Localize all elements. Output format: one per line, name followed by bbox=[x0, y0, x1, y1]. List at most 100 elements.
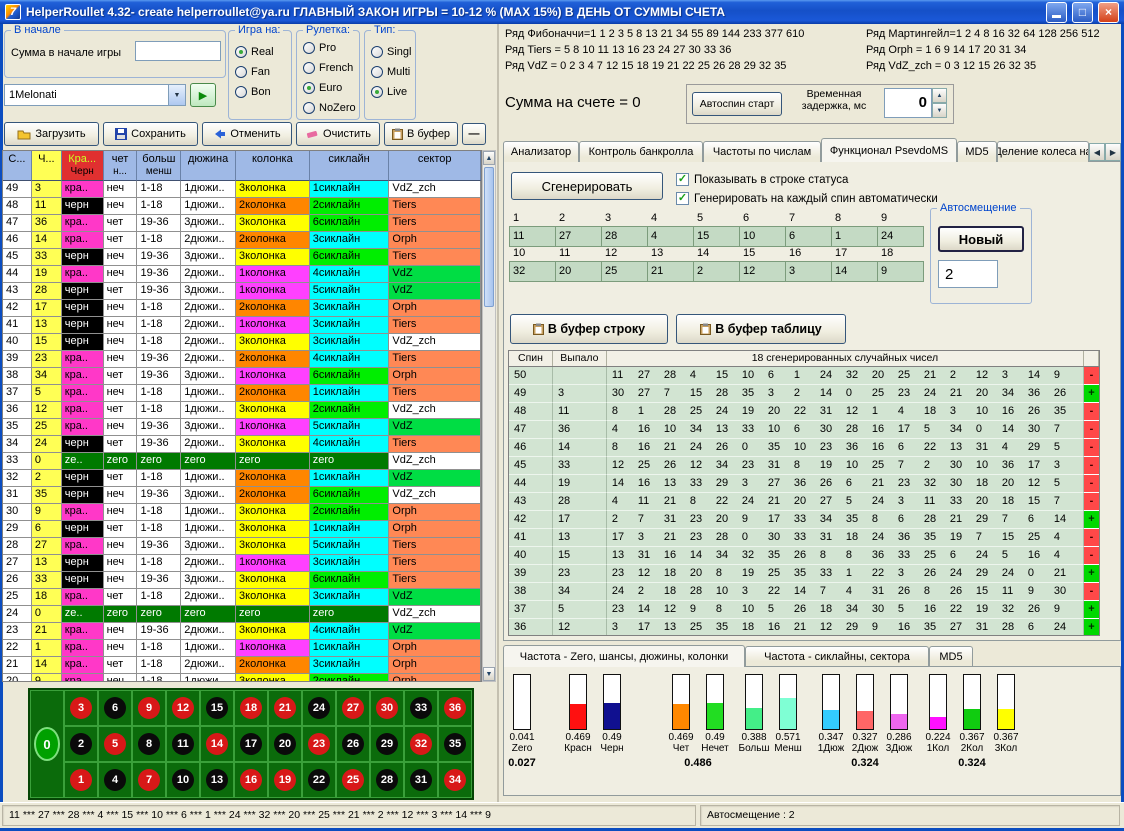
felt-cell-29[interactable]: 29 bbox=[370, 726, 404, 762]
delay-value[interactable]: 0 bbox=[884, 88, 932, 118]
history-row[interactable]: 4811черннеч1-181дюжи..2колонка2сиклайнTi… bbox=[3, 198, 481, 215]
radio-fan[interactable]: Fan bbox=[235, 63, 291, 81]
collapse-button[interactable]: — bbox=[462, 123, 486, 145]
felt-cell-8[interactable]: 8 bbox=[132, 726, 166, 762]
clear-button[interactable]: Очистить bbox=[296, 122, 380, 146]
freq-tab-md5[interactable]: MD5 bbox=[929, 646, 973, 666]
tab-bankroll-control[interactable]: Контроль банкролла bbox=[579, 141, 703, 162]
generated-row[interactable]: 46148162124260351023361662213314295- bbox=[509, 439, 1099, 457]
generated-row[interactable]: 411317321232803033311824363519715254- bbox=[509, 529, 1099, 547]
generate-button[interactable]: Сгенерировать bbox=[511, 172, 663, 200]
generated-row[interactable]: 47364161034133310630281617534014307- bbox=[509, 421, 1099, 439]
felt-cell-30[interactable]: 30 bbox=[370, 690, 404, 726]
felt-cell-21[interactable]: 21 bbox=[268, 690, 302, 726]
copy-table-button[interactable]: В буфер таблицу bbox=[676, 314, 846, 344]
tab-number-frequencies[interactable]: Частоты по числам bbox=[703, 141, 821, 162]
felt-cell-3[interactable]: 3 bbox=[64, 690, 98, 726]
generated-row[interactable]: 40151331161434323526883633256245164- bbox=[509, 547, 1099, 565]
history-row[interactable]: 4015черннеч1-182дюжи..3колонка3сиклайнVd… bbox=[3, 334, 481, 351]
history-row[interactable]: 221кра..неч1-181дюжи..1колонка1сиклайнOr… bbox=[3, 640, 481, 657]
radio-french[interactable]: French bbox=[303, 59, 359, 77]
history-row[interactable]: 4217черннеч1-182дюжи..2колонка3сиклайнOr… bbox=[3, 300, 481, 317]
history-row[interactable]: 3612кра..чет1-181дюжи..3колонка2сиклайнV… bbox=[3, 402, 481, 419]
history-row[interactable]: 2321кра..неч19-362дюжи..3колонка4сиклайн… bbox=[3, 623, 481, 640]
felt-cell-25[interactable]: 25 bbox=[336, 762, 370, 798]
generated-row[interactable]: 3612317132535181621122991635273128624+ bbox=[509, 619, 1099, 636]
felt-cell-5[interactable]: 5 bbox=[98, 726, 132, 762]
generated-row[interactable]: 421727312320917333435862821297614+ bbox=[509, 511, 1099, 529]
felt-cell-34[interactable]: 34 bbox=[438, 762, 472, 798]
radio-singl[interactable]: Singl bbox=[371, 43, 415, 61]
undo-button[interactable]: Отменить bbox=[202, 122, 292, 146]
tab-psevdoms[interactable]: Функционал PsevdoMS bbox=[821, 138, 957, 162]
felt-cell-7[interactable]: 7 bbox=[132, 762, 166, 798]
autospin-button[interactable]: Автоспин старт bbox=[692, 92, 782, 116]
felt-cell-4[interactable]: 4 bbox=[98, 762, 132, 798]
generated-row[interactable]: 49330277152835321402523242120343626+ bbox=[509, 385, 1099, 403]
felt-cell-12[interactable]: 12 bbox=[166, 690, 200, 726]
history-row[interactable]: 3834кра..чет19-363дюжи..1колонка6сиклайн… bbox=[3, 368, 481, 385]
felt-cell-26[interactable]: 26 bbox=[336, 726, 370, 762]
history-row[interactable]: 4419кра..неч19-362дюжи..1колонка4сиклайн… bbox=[3, 266, 481, 283]
chevron-down-icon[interactable]: ▼ bbox=[168, 85, 185, 105]
felt-cell-16[interactable]: 16 bbox=[234, 762, 268, 798]
felt-cell-11[interactable]: 11 bbox=[166, 726, 200, 762]
felt-cell-10[interactable]: 10 bbox=[166, 762, 200, 798]
history-row[interactable]: 3135черннеч19-363дюжи..2колонка6сиклайнV… bbox=[3, 487, 481, 504]
history-row[interactable]: 3923кра..неч19-362дюжи..2колонка4сиклайн… bbox=[3, 351, 481, 368]
generated-row[interactable]: 50112728415106124322025212123149- bbox=[509, 367, 1099, 385]
checkbox-box[interactable]: ✓ bbox=[676, 192, 689, 205]
generated-row[interactable]: 43284112182224212027524311332018157- bbox=[509, 493, 1099, 511]
begin-sum-input[interactable] bbox=[135, 41, 221, 61]
generated-row[interactable]: 392323121820819253533122326242924021+ bbox=[509, 565, 1099, 583]
scroll-up-icon[interactable]: ▲ bbox=[483, 151, 495, 165]
felt-cell-18[interactable]: 18 bbox=[234, 690, 268, 726]
radio-pro[interactable]: Pro bbox=[303, 39, 359, 57]
felt-cell-20[interactable]: 20 bbox=[268, 726, 302, 762]
radio-nozero[interactable]: NoZero bbox=[303, 99, 359, 117]
tab-md5[interactable]: MD5 bbox=[957, 141, 997, 162]
close-button[interactable]: × bbox=[1098, 2, 1119, 23]
history-row[interactable]: 4328чернчет19-363дюжи..1колонка5сиклайнV… bbox=[3, 283, 481, 300]
autoshift-input[interactable] bbox=[938, 260, 998, 288]
freq-tab-sixlines[interactable]: Частота - сиклайны, сектора bbox=[745, 646, 929, 666]
history-row[interactable]: 2827кра..неч19-363дюжи..3колонка5сиклайн… bbox=[3, 538, 481, 555]
radio-bon[interactable]: Bon bbox=[235, 83, 291, 101]
generated-row[interactable]: 48118128252419202231121418310162635- bbox=[509, 403, 1099, 421]
history-row[interactable]: 296чернчет1-181дюжи..3колонка1сиклайнOrp… bbox=[3, 521, 481, 538]
felt-cell-32[interactable]: 32 bbox=[404, 726, 438, 762]
history-scrollbar[interactable]: ▲ ▼ bbox=[482, 150, 496, 682]
generated-row[interactable]: 3752314129810526183430516221932269+ bbox=[509, 601, 1099, 619]
history-row[interactable]: 2518кра..чет1-182дюжи..3колонка3сиклайнV… bbox=[3, 589, 481, 606]
history-row[interactable]: 2633черннеч19-363дюжи..3колонка6сиклайнT… bbox=[3, 572, 481, 589]
history-row[interactable]: 309кра..неч1-181дюжи..3колонка2сиклайнOr… bbox=[3, 504, 481, 521]
felt-cell-15[interactable]: 15 bbox=[200, 690, 234, 726]
play-button[interactable]: ▶ bbox=[190, 83, 216, 107]
history-row[interactable]: 4113черннеч1-182дюжи..1колонка3сиклайнTi… bbox=[3, 317, 481, 334]
history-row[interactable]: 2114кра..чет1-182дюжи..2колонка3сиклайнO… bbox=[3, 657, 481, 674]
history-row[interactable]: 209кра..неч1-181дюжи..3колонка2сиклайнOr… bbox=[3, 674, 481, 682]
history-row[interactable]: 493кра..неч1-181дюжи..3колонка1сиклайнVd… bbox=[3, 181, 481, 198]
checkbox-autogenerate[interactable]: ✓ Генерировать на каждый спин автоматиче… bbox=[676, 192, 938, 205]
tab-scroll-left-icon[interactable]: ◀ bbox=[1089, 143, 1105, 161]
history-row[interactable]: 375кра..неч1-181дюжи..2колонка1сиклайнTi… bbox=[3, 385, 481, 402]
scroll-down-icon[interactable]: ▼ bbox=[483, 667, 495, 681]
spinner-up-icon[interactable]: ▲ bbox=[932, 88, 947, 103]
new-button[interactable]: Новый bbox=[938, 226, 1024, 252]
spinner-down-icon[interactable]: ▼ bbox=[932, 103, 947, 118]
generated-row[interactable]: 4419141613332932736266212332301820125- bbox=[509, 475, 1099, 493]
load-button[interactable]: Загрузить bbox=[4, 122, 99, 146]
history-row[interactable]: 3424чернчет19-362дюжи..3колонка4сиклайнT… bbox=[3, 436, 481, 453]
felt-cell-13[interactable]: 13 bbox=[200, 762, 234, 798]
felt-cell-27[interactable]: 27 bbox=[336, 690, 370, 726]
felt-cell-6[interactable]: 6 bbox=[98, 690, 132, 726]
felt-cell-14[interactable]: 14 bbox=[200, 726, 234, 762]
felt-cell-17[interactable]: 17 bbox=[234, 726, 268, 762]
freq-tab-chances[interactable]: Частота - Zero, шансы, дюжины, колонки bbox=[503, 645, 745, 667]
felt-cell-28[interactable]: 28 bbox=[370, 762, 404, 798]
copy-buffer-button[interactable]: В буфер bbox=[384, 122, 458, 146]
tab-wheel-division[interactable]: Деление колеса на bbox=[997, 141, 1089, 162]
generated-row[interactable]: 453312252612342331819102572301036173- bbox=[509, 457, 1099, 475]
checkbox-show-status[interactable]: ✓ Показывать в строке статуса bbox=[676, 173, 848, 186]
history-row[interactable]: 240ze..zerozerozerozerozeroVdZ_zch bbox=[3, 606, 481, 623]
